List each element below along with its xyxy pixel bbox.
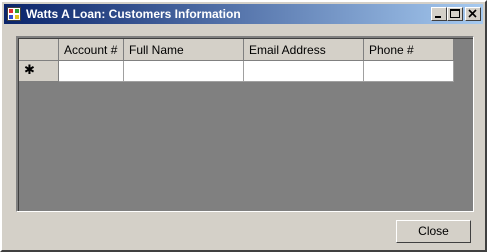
maximize-button[interactable]	[447, 7, 463, 21]
app-icon	[7, 7, 21, 21]
minimize-button[interactable]	[431, 7, 447, 21]
maximize-icon	[450, 9, 460, 18]
window-title: Watts A Loan: Customers Information	[26, 7, 241, 21]
new-row-marker-icon: ✱	[24, 63, 35, 78]
grid-body: Account # Full Name Email Address Phone …	[18, 38, 473, 211]
title-bar[interactable]: Watts A Loan: Customers Information	[4, 4, 483, 24]
customers-window: Watts A Loan: Customers Information Acco…	[0, 0, 487, 252]
close-icon	[468, 9, 477, 18]
column-header-phone[interactable]: Phone #	[364, 39, 454, 61]
email-cell[interactable]	[244, 61, 364, 82]
full-name-cell[interactable]	[124, 61, 244, 82]
close-window-button[interactable]	[465, 7, 481, 21]
column-header-account[interactable]: Account #	[59, 39, 124, 61]
customers-grid[interactable]: Account # Full Name Email Address Phone …	[16, 36, 474, 212]
minimize-icon	[435, 16, 441, 18]
phone-cell[interactable]	[364, 61, 454, 82]
new-row-header[interactable]: ✱	[19, 61, 59, 82]
column-header-full-name[interactable]: Full Name	[124, 39, 244, 61]
close-button[interactable]: Close	[396, 220, 471, 243]
account-cell[interactable]	[59, 61, 124, 82]
column-header-email[interactable]: Email Address	[244, 39, 364, 61]
corner-header[interactable]	[19, 39, 59, 61]
